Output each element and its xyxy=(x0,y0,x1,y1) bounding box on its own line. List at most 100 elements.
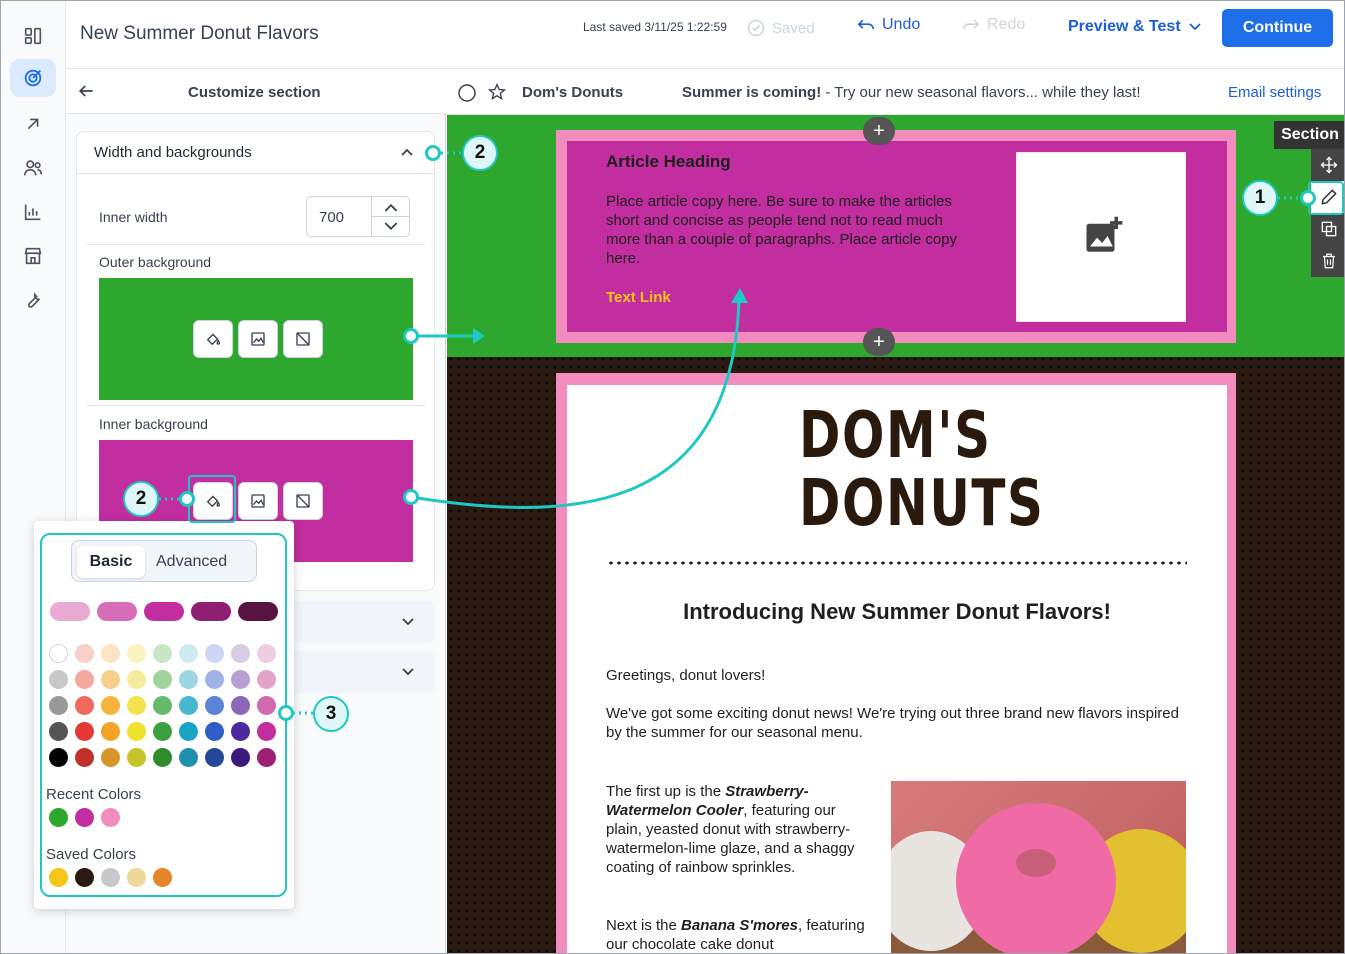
color-swatch[interactable] xyxy=(179,696,198,715)
color-swatch[interactable] xyxy=(127,670,146,689)
color-swatch[interactable] xyxy=(153,722,172,741)
color-swatch[interactable] xyxy=(49,644,68,663)
outer-background-swatch[interactable] xyxy=(99,278,413,400)
theme-color-swatch[interactable] xyxy=(144,602,184,621)
color-swatch[interactable] xyxy=(257,670,276,689)
color-swatch[interactable] xyxy=(257,696,276,715)
select-circle-icon[interactable] xyxy=(457,83,477,103)
campaigns-target-icon[interactable] xyxy=(10,59,56,97)
tools-wrench-icon[interactable] xyxy=(10,281,56,319)
color-swatch[interactable] xyxy=(231,748,250,767)
color-swatch[interactable] xyxy=(127,722,146,741)
color-swatch[interactable] xyxy=(231,696,250,715)
color-swatch[interactable] xyxy=(49,670,68,689)
brand-logo-line1[interactable]: DOM'S xyxy=(799,399,992,473)
theme-color-swatch[interactable] xyxy=(238,602,278,621)
width-backgrounds-accordion[interactable]: Width and backgrounds xyxy=(77,132,434,174)
duplicate-button[interactable] xyxy=(1311,213,1344,245)
color-swatch[interactable] xyxy=(257,644,276,663)
color-swatch[interactable] xyxy=(153,670,172,689)
increment-icon[interactable] xyxy=(384,203,398,212)
move-button[interactable] xyxy=(1311,149,1344,181)
recent-color-swatch[interactable] xyxy=(75,808,94,827)
theme-color-swatch[interactable] xyxy=(191,602,231,621)
flavor-paragraph-2[interactable]: Next is the Banana S'mores, featuring ou… xyxy=(606,916,874,953)
undo-button[interactable]: Undo xyxy=(856,16,920,34)
saved-color-swatch[interactable] xyxy=(127,868,146,887)
image-placeholder[interactable] xyxy=(1016,152,1186,322)
color-swatch[interactable] xyxy=(153,748,172,767)
color-swatch[interactable] xyxy=(205,670,224,689)
donut-photo[interactable] xyxy=(876,781,1201,953)
color-swatch[interactable] xyxy=(49,722,68,741)
color-swatch[interactable] xyxy=(75,644,94,663)
color-swatch[interactable] xyxy=(101,644,120,663)
color-swatch[interactable] xyxy=(49,696,68,715)
arrow-up-right-icon[interactable] xyxy=(10,105,56,143)
saved-color-swatch[interactable] xyxy=(49,868,68,887)
color-swatch[interactable] xyxy=(179,644,198,663)
saved-color-swatch[interactable] xyxy=(153,868,172,887)
color-swatch[interactable] xyxy=(75,670,94,689)
color-swatch[interactable] xyxy=(127,696,146,715)
decrement-icon[interactable] xyxy=(384,222,398,231)
inner-image-button[interactable] xyxy=(238,482,278,520)
dashboard-icon[interactable] xyxy=(10,17,56,55)
contacts-icon[interactable] xyxy=(10,149,56,187)
color-swatch[interactable] xyxy=(205,644,224,663)
color-swatch[interactable] xyxy=(179,670,198,689)
add-section-below-button[interactable]: + xyxy=(863,328,895,356)
color-swatch[interactable] xyxy=(101,722,120,741)
color-swatch[interactable] xyxy=(101,696,120,715)
theme-color-swatch[interactable] xyxy=(50,602,90,621)
reporting-chart-icon[interactable] xyxy=(10,193,56,231)
color-swatch[interactable] xyxy=(205,722,224,741)
theme-color-swatch[interactable] xyxy=(97,602,137,621)
store-icon[interactable] xyxy=(10,237,56,275)
article-heading[interactable]: Article Heading xyxy=(606,152,731,172)
color-swatch[interactable] xyxy=(179,748,198,767)
color-swatch[interactable] xyxy=(75,722,94,741)
color-swatch[interactable] xyxy=(179,722,198,741)
inner-clear-button[interactable] xyxy=(283,482,323,520)
color-swatch[interactable] xyxy=(49,748,68,767)
add-section-above-button[interactable]: + xyxy=(863,117,895,145)
back-arrow-icon[interactable] xyxy=(76,81,96,101)
color-swatch[interactable] xyxy=(231,644,250,663)
color-swatch[interactable] xyxy=(101,748,120,767)
redo-button[interactable]: Redo xyxy=(961,16,1025,34)
outer-color-button[interactable] xyxy=(193,320,233,358)
color-swatch[interactable] xyxy=(127,644,146,663)
color-swatch[interactable] xyxy=(153,696,172,715)
star-icon[interactable] xyxy=(487,82,507,102)
delete-button[interactable] xyxy=(1311,245,1344,277)
document-title[interactable]: New Summer Donut Flavors xyxy=(80,23,319,45)
outer-clear-button[interactable] xyxy=(283,320,323,358)
flavor-paragraph-1[interactable]: The first up is the Strawberry-Watermelo… xyxy=(606,782,874,877)
recent-color-swatch[interactable] xyxy=(49,808,68,827)
saved-color-swatch[interactable] xyxy=(75,868,94,887)
article-body[interactable]: Place article copy here. Be sure to make… xyxy=(606,192,978,268)
color-swatch[interactable] xyxy=(75,696,94,715)
color-swatch[interactable] xyxy=(75,748,94,767)
color-swatch[interactable] xyxy=(257,722,276,741)
color-swatch[interactable] xyxy=(127,748,146,767)
inner-width-stepper[interactable]: 700 xyxy=(306,196,410,237)
color-swatch[interactable] xyxy=(101,670,120,689)
inner-width-value[interactable]: 700 xyxy=(319,209,344,226)
color-swatch[interactable] xyxy=(257,748,276,767)
color-swatch[interactable] xyxy=(153,644,172,663)
email-headline[interactable]: Introducing New Summer Donut Flavors! xyxy=(567,599,1227,625)
color-swatch[interactable] xyxy=(231,722,250,741)
color-swatch[interactable] xyxy=(205,696,224,715)
brand-logo-line2[interactable]: DONUTS xyxy=(799,467,1045,541)
greeting-text[interactable]: Greetings, donut lovers! xyxy=(606,666,1186,685)
color-swatch[interactable] xyxy=(205,748,224,767)
continue-button[interactable]: Continue xyxy=(1222,9,1333,47)
outer-image-button[interactable] xyxy=(238,320,278,358)
article-text-link[interactable]: Text Link xyxy=(606,289,671,306)
color-swatch[interactable] xyxy=(231,670,250,689)
intro-paragraph[interactable]: We've got some exciting donut news! We'r… xyxy=(606,704,1196,742)
saved-color-swatch[interactable] xyxy=(101,868,120,887)
preview-test-button[interactable]: Preview & Test xyxy=(1068,18,1201,36)
